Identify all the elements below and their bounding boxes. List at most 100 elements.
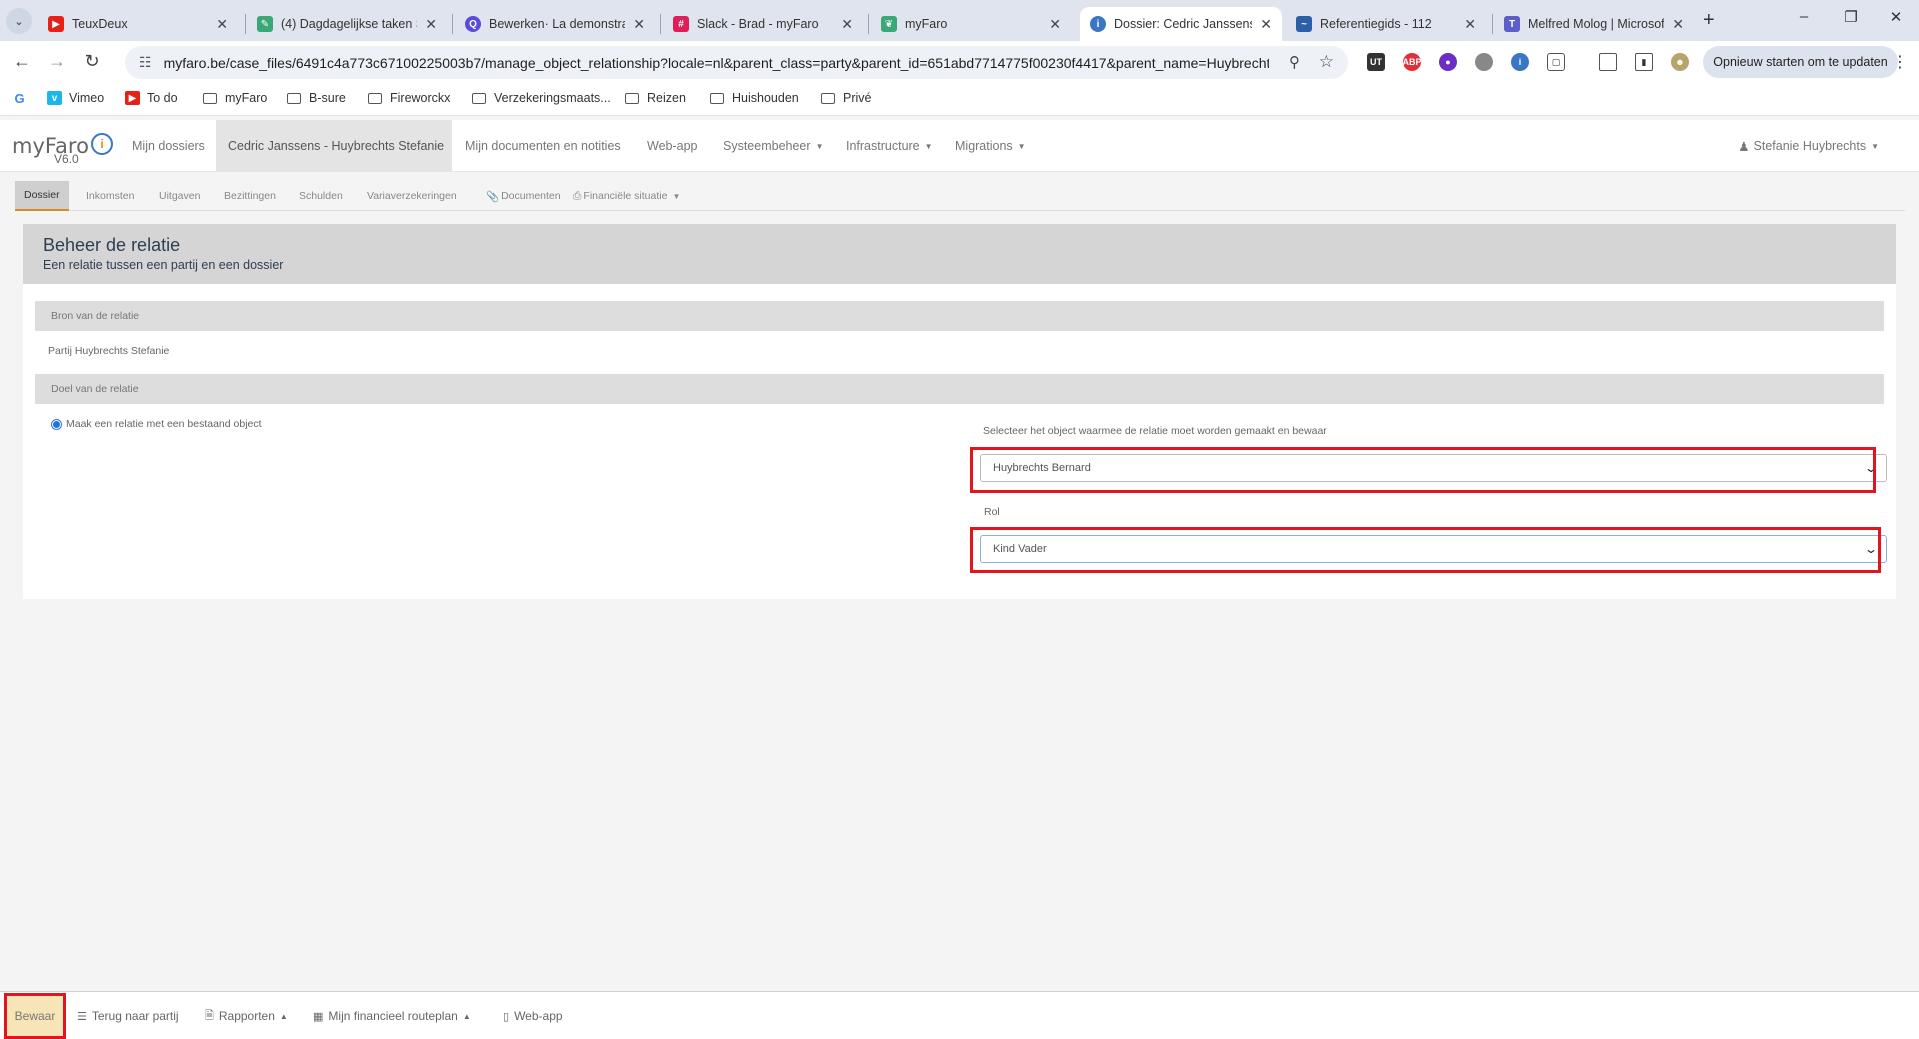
bookmark-folder-myfaro[interactable]: myFaro <box>203 91 267 105</box>
bookmark-folder-bsure[interactable]: B-sure <box>287 91 346 105</box>
faro-logo-icon: i <box>91 133 113 155</box>
nav-my-documents[interactable]: Mijn documenten en notities <box>453 120 633 172</box>
extension-ut-icon[interactable]: UT <box>1367 53 1385 71</box>
nav-web-app[interactable]: Web-app <box>635 120 710 172</box>
back-to-party-link[interactable]: ☰ Terug naar partij <box>77 992 179 1039</box>
tab-title: TeuxDeux <box>72 17 128 31</box>
close-window-icon[interactable]: ✕ <box>1876 8 1916 26</box>
star-icon[interactable]: ☆ <box>1319 52 1334 72</box>
subtab-financiele-situatie[interactable]: ⎙ Financiële situatie ▼ <box>564 181 689 211</box>
bookmark-folder-reizen[interactable]: Reizen <box>625 91 686 105</box>
menu-kebab-icon[interactable]: ⋮ <box>1892 52 1908 72</box>
radio-label: Maak een relatie met een bestaand object <box>66 418 262 430</box>
browser-tab[interactable]: # Slack - Brad - myFaro ✕ <box>663 7 863 41</box>
restore-icon[interactable]: ❐ <box>1831 8 1871 26</box>
browser-tab[interactable]: ▶ TeuxDeux ✕ <box>38 7 238 41</box>
bookmark-folder-huishouden[interactable]: Huishouden <box>710 91 799 105</box>
nav-my-dossiers[interactable]: Mijn dossiers <box>120 120 217 172</box>
extension-circle-icon[interactable]: ● <box>1439 53 1457 71</box>
search-bubble-icon: Q <box>465 16 481 32</box>
close-icon[interactable]: ✕ <box>1260 16 1272 33</box>
paperclip-icon: 📎 <box>486 190 500 203</box>
webapp-link[interactable]: ▯ Web-app <box>503 992 563 1039</box>
subtab-inkomsten[interactable]: Inkomsten <box>77 181 143 211</box>
update-restart-button[interactable]: Opnieuw starten om te updaten <box>1703 46 1898 78</box>
browser-tab[interactable]: Q Bewerken· La demonstrati ✕ <box>455 7 655 41</box>
bookmark-todo[interactable]: ▶ To do <box>125 91 178 105</box>
faro-extension-icon[interactable]: i <box>1511 53 1529 71</box>
extensions-puzzle-icon[interactable]: ▢ <box>1547 53 1565 71</box>
bookmark-label: Fireworckx <box>390 91 451 105</box>
browser-tab[interactable]: T Melfred Molog | Microsof ✕ <box>1494 7 1694 41</box>
subtab-dossier[interactable]: Dossier <box>15 181 69 211</box>
subtab-label: Financiële situatie <box>583 190 668 202</box>
nav-label: Mijn documenten en notities <box>465 139 621 153</box>
close-icon[interactable]: ✕ <box>633 16 645 33</box>
close-icon[interactable]: ✕ <box>1464 16 1476 33</box>
save-button[interactable]: Bewaar <box>4 993 66 1039</box>
bookmark-folder-prive[interactable]: Privé <box>821 91 871 105</box>
nav-migrations[interactable]: Migrations ▼ <box>943 120 1038 172</box>
forward-arrow-icon[interactable]: → <box>45 51 69 72</box>
cast-icon[interactable] <box>1599 53 1617 71</box>
bookmark-label: To do <box>147 91 178 105</box>
browser-tab-active[interactable]: i Dossier: Cedric Janssens - ✕ <box>1080 7 1282 41</box>
source-party-text: Partij Huybrechts Stefanie <box>48 345 170 357</box>
bookmark-label: Huishouden <box>732 91 799 105</box>
nav-infrastructure[interactable]: Infrastructure ▼ <box>834 120 945 172</box>
feather-icon: ✎ <box>257 16 273 32</box>
nav-systeembeheer[interactable]: Systeembeheer ▼ <box>711 120 835 172</box>
extension-grey-icon[interactable] <box>1475 53 1493 71</box>
reports-menu[interactable]: 🗎 Rapporten ▲ <box>205 992 288 1039</box>
youtube-red-icon: ▶ <box>48 16 64 32</box>
subtab-label: Schulden <box>299 190 343 202</box>
folder-icon <box>368 92 382 104</box>
subtab-uitgaven[interactable]: Uitgaven <box>150 181 209 211</box>
existing-object-radio-row[interactable]: Maak een relatie met een bestaand object <box>51 418 262 430</box>
nav-label: Infrastructure <box>846 139 920 153</box>
minimize-icon[interactable]: – <box>1784 8 1824 25</box>
browser-tab[interactable]: ~ Referentiegids - 112 ✕ <box>1286 7 1486 41</box>
bookmark-google[interactable]: G <box>12 91 34 106</box>
subtab-schulden[interactable]: Schulden <box>290 181 352 211</box>
nav-current-dossier[interactable]: Cedric Janssens - Huybrechts Stefanie <box>216 120 452 172</box>
back-arrow-icon[interactable]: ← <box>10 51 34 72</box>
user-menu[interactable]: ♟ Stefanie Huybrechts ▼ <box>1738 120 1879 172</box>
adblock-icon[interactable]: ABP <box>1403 53 1422 71</box>
routeplan-menu[interactable]: ▦ Mijn financieel routeplan ▲ <box>313 992 471 1039</box>
printer-icon: ⎙ <box>573 189 582 202</box>
close-icon[interactable]: ✕ <box>425 16 437 33</box>
footer-label: Web-app <box>514 1009 563 1023</box>
url-text[interactable]: myfaro.be/case_files/6491c4a773c67100225… <box>164 55 1269 71</box>
new-tab-button[interactable]: + <box>1703 9 1715 32</box>
address-bar[interactable]: ☷ myfaro.be/case_files/6491c4a773c671002… <box>125 46 1348 79</box>
caret-up-icon: ▲ <box>279 1011 288 1021</box>
bookmark-folder-fireworckx[interactable]: Fireworckx <box>368 91 450 105</box>
browser-tab[interactable]: ✎ (4) Dagdagelijkse taken Sl ✕ <box>247 7 447 41</box>
site-settings-icon[interactable]: ☷ <box>139 54 152 71</box>
close-icon[interactable]: ✕ <box>1049 16 1061 33</box>
browser-tab[interactable]: ❦ myFaro ✕ <box>871 7 1071 41</box>
tab-title: Melfred Molog | Microsof <box>1528 17 1665 31</box>
vimeo-icon: v <box>47 91 62 105</box>
existing-object-radio[interactable] <box>51 418 62 430</box>
close-icon[interactable]: ✕ <box>1672 16 1684 33</box>
subtab-variaverzekeringen[interactable]: Variaverzekeringen <box>358 181 466 211</box>
select-object-label: Selecteer het object waarmee de relatie … <box>983 425 1327 437</box>
zoom-icon[interactable]: ⚲ <box>1289 53 1300 71</box>
zigzag-icon: ~ <box>1296 16 1312 32</box>
reload-icon[interactable]: ↻ <box>80 51 104 72</box>
tab-search-button[interactable]: ⌄ <box>6 8 32 34</box>
side-panel-icon[interactable]: ▮ <box>1635 53 1653 71</box>
bookmark-vimeo[interactable]: v Vimeo <box>47 91 104 105</box>
footer-label: Terug naar partij <box>91 1009 179 1023</box>
section-source-header: Bron van de relatie <box>35 301 1884 331</box>
subtab-documenten[interactable]: 📎 Documenten <box>477 181 570 211</box>
app-version: V6.0 <box>54 152 79 166</box>
bookmark-folder-verzekering[interactable]: Verzekeringsmaats... <box>472 91 611 105</box>
avatar[interactable]: ☻ <box>1671 53 1689 71</box>
tab-title: myFaro <box>905 17 948 31</box>
close-icon[interactable]: ✕ <box>841 16 853 33</box>
close-icon[interactable]: ✕ <box>216 16 228 33</box>
subtab-bezittingen[interactable]: Bezittingen <box>215 181 285 211</box>
